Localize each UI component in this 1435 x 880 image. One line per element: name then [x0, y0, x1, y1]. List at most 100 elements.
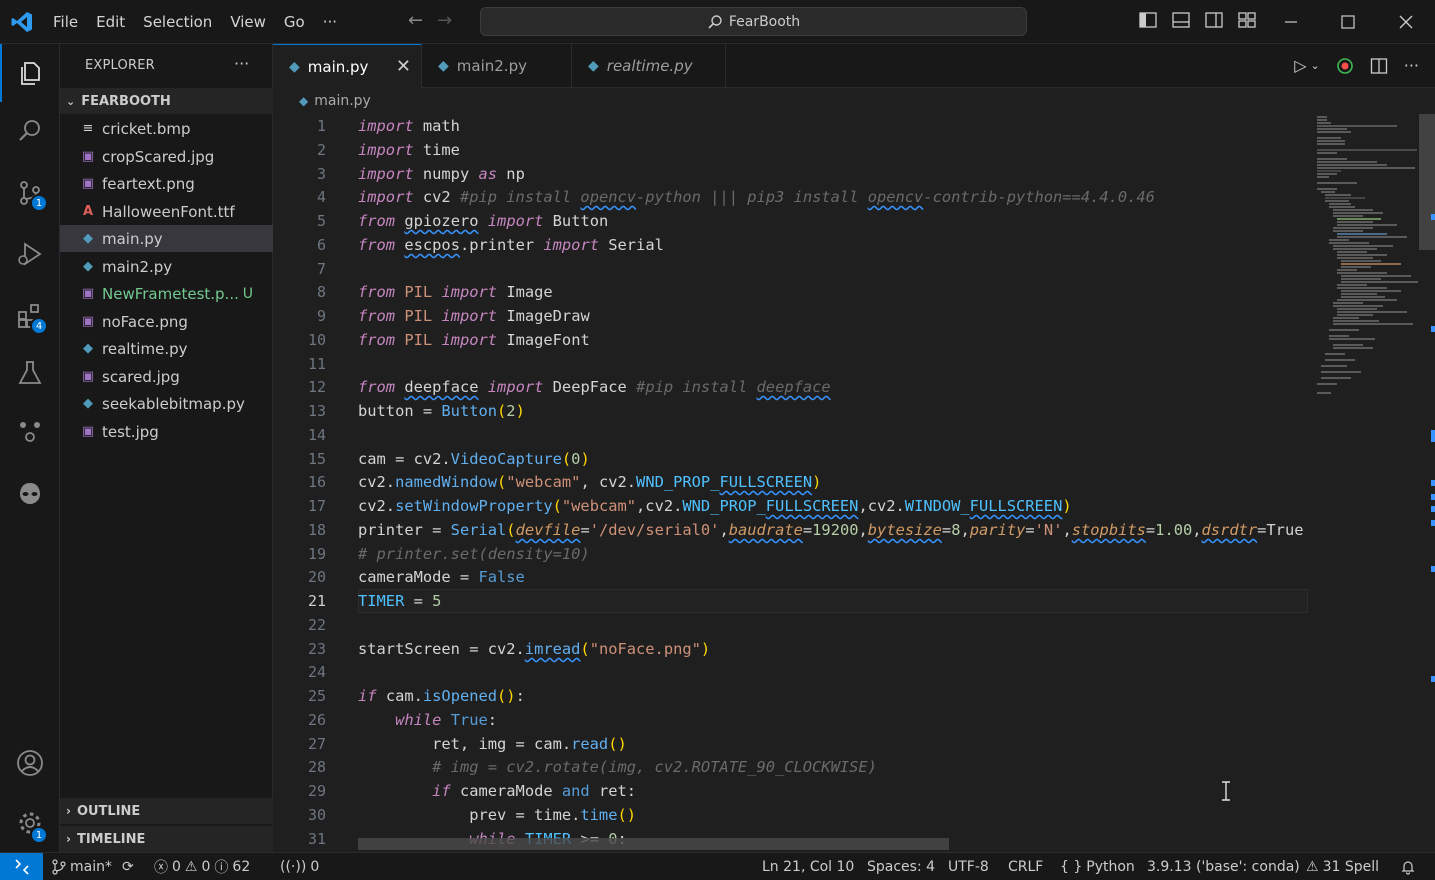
line-number: 4 — [316, 188, 326, 207]
close-window-button[interactable] — [1377, 0, 1435, 44]
outline-section[interactable]: › OUTLINE — [60, 798, 273, 824]
chevron-down-icon: ⌄ — [66, 94, 76, 108]
command-center-search[interactable]: FearBooth — [480, 7, 1027, 36]
cursor-position[interactable]: Ln 21, Col 10 — [762, 853, 854, 880]
extensions-view-button[interactable]: 4 — [0, 287, 60, 345]
back-arrow-icon[interactable]: ← — [408, 10, 423, 31]
python-file-icon: ◆ — [83, 259, 93, 274]
notifications-button[interactable] — [1400, 853, 1416, 880]
code-line: cameraMode = False — [358, 568, 525, 586]
explorer-more-actions[interactable]: ··· — [234, 54, 249, 73]
run-debug-view-button[interactable] — [0, 225, 60, 283]
testing-view-button[interactable] — [0, 344, 60, 402]
menu-edit[interactable]: Edit — [87, 0, 134, 44]
remote-indicator-button[interactable] — [0, 853, 43, 880]
file-item[interactable]: ▣ test.jpg — [60, 418, 273, 445]
manage-button[interactable]: 1 — [0, 794, 60, 852]
menu-selection[interactable]: Selection — [134, 0, 221, 44]
forward-arrow-icon[interactable]: → — [437, 10, 452, 31]
ports-status[interactable]: ((·)) 0 — [280, 853, 319, 880]
minimap[interactable] — [1313, 114, 1418, 414]
file-item[interactable]: ▣ noFace.png — [60, 308, 273, 335]
maximize-button[interactable] — [1319, 0, 1377, 44]
line-number: 27 — [307, 734, 326, 753]
file-item[interactable]: ◆ seekablebitmap.py — [60, 390, 273, 417]
spell-check-status[interactable]: ⚠ 31 Spell — [1306, 853, 1379, 880]
code-line: while True: — [395, 711, 498, 729]
code-line: import math — [358, 117, 460, 135]
tab-label: realtime.py — [606, 57, 693, 75]
run-dropdown-chevron-icon[interactable]: ⌄ — [1311, 59, 1320, 72]
toggle-primary-sidebar-icon[interactable] — [1138, 10, 1158, 30]
error-count: 0 — [172, 859, 181, 875]
file-item[interactable]: ▣ scared.jpg — [60, 363, 273, 390]
breadcrumb[interactable]: ◆ main.py — [273, 88, 1435, 114]
menu-file[interactable]: File — [44, 0, 87, 44]
python-interpreter[interactable]: 3.9.13 ('base': conda) — [1147, 853, 1300, 880]
file-name: cropScared.jpg — [102, 147, 215, 166]
language-mode[interactable]: { } Python — [1060, 853, 1135, 880]
line-number: 19 — [307, 544, 326, 563]
remote-icon — [14, 859, 29, 875]
more-actions-icon[interactable]: ··· — [1404, 56, 1419, 75]
file-item-selected[interactable]: ◆ main.py — [60, 225, 273, 252]
line-number: 7 — [316, 259, 326, 278]
branch-status[interactable]: main* ⟳ — [52, 853, 134, 880]
file-name: scared.jpg — [102, 367, 180, 386]
record-icon[interactable] — [1336, 57, 1354, 75]
file-item[interactable]: A HalloweenFont.ttf — [60, 198, 273, 225]
explorer-view-button[interactable] — [0, 44, 60, 102]
file-item[interactable]: ▣ cropScared.jpg — [60, 143, 273, 170]
scrollbar-marker — [1431, 214, 1435, 220]
run-python-file-icon[interactable]: ▷ — [1294, 56, 1306, 75]
menu-more[interactable]: ··· — [314, 0, 346, 44]
vertical-scrollbar[interactable] — [1419, 114, 1435, 852]
toggle-panel-icon[interactable] — [1171, 10, 1191, 30]
indentation-status[interactable]: Spaces: 4 — [867, 853, 935, 880]
file-item-untracked[interactable]: ▣ NewFrametest.p... U — [60, 280, 273, 307]
sync-icon[interactable]: ⟳ — [122, 859, 134, 875]
code-editor[interactable]: 1 2 3 4 5 6 7 8 9 10 11 12 13 14 15 16 17 18 19 20 21 22 23 24 2… — [273, 114, 1435, 852]
minimize-button[interactable] — [1262, 0, 1320, 44]
horizontal-scrollbar[interactable] — [358, 838, 949, 850]
tab-main-py[interactable]: ◆ main.py ✕ — [273, 44, 422, 88]
problems-status[interactable]: ⓧ 0 ⚠ 0 ⓘ 62 — [154, 853, 250, 880]
search-view-button[interactable] — [0, 102, 60, 160]
tab-realtime-py[interactable]: ◆ realtime.py — [572, 44, 726, 88]
close-tab-icon[interactable]: ✕ — [396, 56, 411, 77]
code-content[interactable]: import math import time import numpy as … — [358, 114, 1308, 852]
folder-name: FEARBOOTH — [81, 93, 171, 109]
file-item[interactable]: ◆ realtime.py — [60, 335, 273, 362]
eol-status[interactable]: CRLF — [1008, 853, 1043, 880]
code-line: # printer.set(density=10) — [358, 545, 590, 563]
code-line: from deepface import DeepFace #pip insta… — [358, 378, 831, 396]
copilot-view-button[interactable] — [0, 464, 60, 522]
file-item[interactable]: ▣ feartext.png — [60, 170, 273, 197]
python-file-icon: ◆ — [83, 231, 93, 246]
python-file-icon: ◆ — [83, 396, 93, 411]
source-control-view-button[interactable]: 1 — [0, 164, 60, 222]
timeline-section[interactable]: › TIMELINE — [60, 826, 273, 852]
file-name: NewFrametest.p... — [102, 284, 239, 303]
file-item[interactable]: ≡ cricket.bmp — [60, 115, 273, 142]
sidebar-title: EXPLORER — [85, 58, 155, 73]
file-item[interactable]: ◆ main2.py — [60, 253, 273, 280]
tab-label: main.py — [307, 57, 369, 76]
warning-icon: ⚠ — [1306, 859, 1319, 875]
folder-header[interactable]: ⌄ FEARBOOTH — [60, 88, 273, 114]
split-editor-icon[interactable] — [1370, 57, 1388, 75]
accounts-button[interactable] — [0, 734, 60, 792]
line-number: 17 — [307, 497, 326, 515]
files-icon — [21, 62, 40, 85]
menu-view[interactable]: View — [221, 0, 275, 44]
code-line: import time — [358, 141, 460, 159]
menu-go[interactable]: Go — [275, 0, 314, 44]
tab-main2-py[interactable]: ◆ main2.py — [422, 44, 572, 88]
scrollbar-marker — [1431, 480, 1435, 486]
remote-explorer-view-button[interactable] — [0, 401, 60, 459]
customize-layout-icon[interactable] — [1237, 10, 1257, 30]
scrollbar-thumb[interactable] — [1419, 114, 1435, 250]
toggle-secondary-sidebar-icon[interactable] — [1204, 10, 1224, 30]
encoding-status[interactable]: UTF-8 — [948, 853, 989, 880]
scrollbar-marker — [1431, 436, 1435, 442]
